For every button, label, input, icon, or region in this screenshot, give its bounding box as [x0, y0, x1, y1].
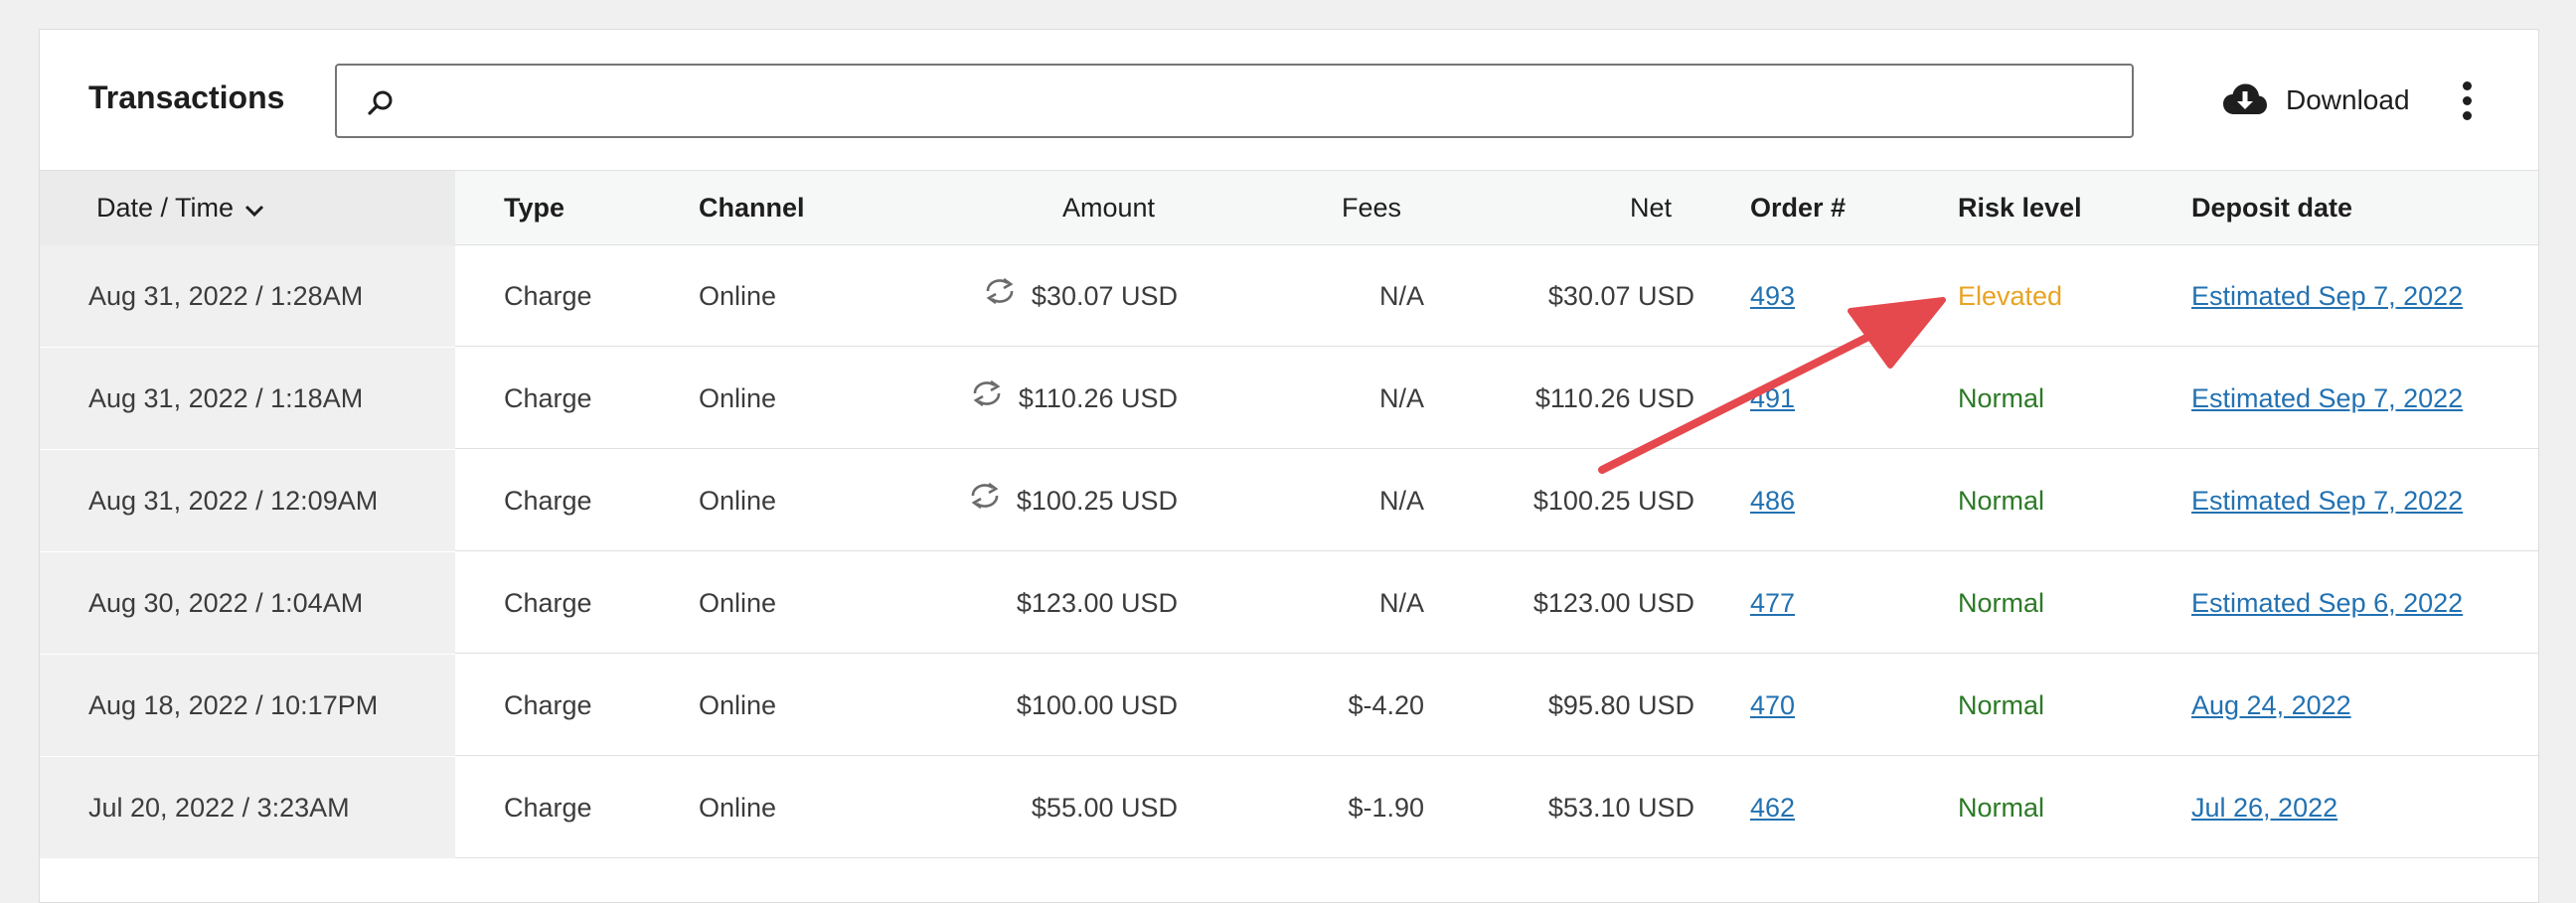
cell-order: 486 [1750, 450, 1795, 551]
deposit-link[interactable]: Estimated Sep 6, 2022 [2191, 588, 2463, 618]
download-button[interactable]: Download [2222, 75, 2410, 125]
deposit-link[interactable]: Estimated Sep 7, 2022 [2191, 486, 2463, 516]
column-header-order[interactable]: Order # [1750, 171, 1846, 245]
search-box[interactable] [335, 64, 2134, 138]
cell-deposit: Aug 24, 2022 [2191, 655, 2351, 756]
cell-net: $53.10 USD [1547, 793, 1694, 823]
cell-date: Aug 31, 2022 / 12:09AM [40, 450, 455, 551]
search-icon [368, 90, 393, 115]
cell-order: 491 [1750, 348, 1795, 449]
cell-date: Jul 20, 2022 / 3:23AM [40, 757, 455, 858]
cell-channel: Online [699, 793, 777, 823]
cell-deposit: Jul 26, 2022 [2191, 757, 2337, 858]
cell-type: Charge [504, 383, 592, 413]
cell-net: $95.80 USD [1547, 690, 1694, 720]
cell-net: $30.07 USD [1547, 281, 1694, 311]
cell-channel: Online [699, 383, 777, 413]
cell-channel: Online [699, 690, 777, 720]
card-header: Transactions Download [40, 30, 2538, 171]
table-row[interactable]: Aug 31, 2022 / 12:09AM Charge Online $100.2… [40, 450, 2538, 551]
more-vertical-icon [2462, 81, 2472, 90]
refresh-icon [969, 347, 1005, 448]
cell-fees: N/A [1378, 486, 1424, 516]
deposit-link[interactable]: Jul 26, 2022 [2191, 793, 2337, 823]
chevron-down-icon [243, 172, 265, 246]
cell-channel: Online [699, 588, 777, 618]
cell-type: Charge [504, 281, 592, 311]
cell-deposit: Estimated Sep 7, 2022 [2191, 348, 2463, 449]
cell-deposit: Estimated Sep 6, 2022 [2191, 552, 2463, 654]
deposit-link[interactable]: Estimated Sep 7, 2022 [2191, 281, 2463, 311]
cell-date: Aug 31, 2022 / 1:28AM [40, 245, 455, 347]
cell-deposit: Estimated Sep 7, 2022 [2191, 245, 2463, 347]
refresh-icon [967, 449, 1003, 550]
download-label: Download [2286, 84, 2410, 115]
column-header-type[interactable]: Type [504, 171, 564, 245]
order-link[interactable]: 486 [1750, 486, 1795, 516]
deposit-link[interactable]: Estimated Sep 7, 2022 [2191, 383, 2463, 413]
table-row[interactable]: Aug 30, 2022 / 1:04AM Charge Online $123.00… [40, 552, 2538, 654]
cloud-download-icon [2223, 83, 2267, 114]
cell-fees: $-4.20 [1348, 690, 1424, 720]
cell-risk: Normal [1958, 486, 2045, 516]
column-header-net[interactable]: Net [1431, 171, 1672, 245]
cell-order: 462 [1750, 757, 1795, 858]
cell-risk: Normal [1958, 383, 2045, 413]
table-row[interactable]: Jul 20, 2022 / 3:23AM Charge Online $55.00 … [40, 757, 2538, 858]
order-link[interactable]: 491 [1750, 383, 1795, 413]
cell-order: 470 [1750, 655, 1795, 756]
column-header-deposit[interactable]: Deposit date [2191, 171, 2352, 245]
table-header: Date / Time Type Channel Amount Fees Net… [40, 171, 2538, 245]
cell-type: Charge [504, 588, 592, 618]
column-header-date[interactable]: Date / Time [40, 171, 455, 245]
cell-type: Charge [504, 690, 592, 720]
column-header-fees[interactable]: Fees [1133, 171, 1401, 245]
cell-fees: N/A [1378, 281, 1424, 311]
column-header-amount[interactable]: Amount [885, 171, 1155, 245]
more-menu-button[interactable] [2457, 81, 2477, 125]
cell-channel: Online [699, 486, 777, 516]
column-header-risk[interactable]: Risk level [1958, 171, 2082, 245]
search-input[interactable] [406, 70, 2116, 131]
cell-net: $100.25 USD [1532, 486, 1694, 516]
cell-risk: Normal [1958, 793, 2045, 823]
order-link[interactable]: 462 [1750, 793, 1795, 823]
cell-type: Charge [504, 486, 592, 516]
cell-net: $123.00 USD [1532, 588, 1694, 618]
cell-order: 477 [1750, 552, 1795, 654]
cell-date: Aug 18, 2022 / 10:17PM [40, 655, 455, 756]
order-link[interactable]: 477 [1750, 588, 1795, 618]
cell-date: Aug 31, 2022 / 1:18AM [40, 348, 455, 449]
table-row[interactable]: Aug 31, 2022 / 1:28AM Charge Online $30.07 … [40, 245, 2538, 347]
cell-fees: $-1.90 [1348, 793, 1424, 823]
deposit-link[interactable]: Aug 24, 2022 [2191, 690, 2351, 720]
page-title: Transactions [88, 79, 285, 115]
cell-risk: Normal [1958, 588, 2045, 618]
cell-date: Aug 30, 2022 / 1:04AM [40, 552, 455, 654]
table-row[interactable]: Aug 31, 2022 / 1:18AM Charge Online $110.26… [40, 348, 2538, 449]
order-link[interactable]: 493 [1750, 281, 1795, 311]
refresh-icon [982, 244, 1018, 346]
table-row[interactable]: Aug 18, 2022 / 10:17PM Charge Online $100.0… [40, 655, 2538, 756]
column-header-channel[interactable]: Channel [699, 171, 805, 245]
cell-fees: N/A [1378, 383, 1424, 413]
cell-deposit: Estimated Sep 7, 2022 [2191, 450, 2463, 551]
cell-type: Charge [504, 793, 592, 823]
transactions-card: Transactions Download Date / Time Type C… [39, 29, 2539, 903]
order-link[interactable]: 470 [1750, 690, 1795, 720]
cell-risk: Elevated [1958, 281, 2063, 311]
cell-channel: Online [699, 281, 777, 311]
cell-net: $110.26 USD [1534, 383, 1694, 413]
cell-risk: Normal [1958, 690, 2045, 720]
cell-order: 493 [1750, 245, 1795, 347]
cell-fees: N/A [1378, 588, 1424, 618]
